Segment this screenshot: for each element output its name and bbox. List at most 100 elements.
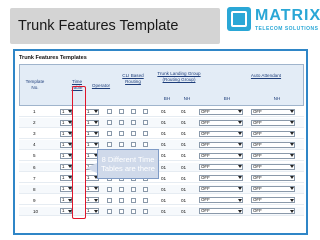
chevron-down-icon [290,176,294,180]
template-number: 10 [33,208,39,214]
cli-checkbox-3[interactable] [131,131,136,137]
auto-attendant-bh-select[interactable]: OFF [199,186,243,193]
header-auto-attendant[interactable]: Auto Attendant [242,73,290,79]
auto-attendant-bh-select[interactable]: OFF [199,119,243,126]
auto-attendant-bh-select[interactable]: OFF [199,108,243,115]
header-aa-bh: BH [223,96,231,101]
cli-checkbox-4[interactable] [143,208,148,214]
auto-attendant-nh-select[interactable]: OFF [251,164,295,171]
chevron-down-icon [94,198,98,202]
auto-attendant-nh-select[interactable]: OFF [251,175,295,182]
table-row: 3 1 1 01 01 OFF OFF [19,129,304,139]
cli-checkbox-2[interactable] [119,142,124,148]
cli-checkbox-2[interactable] [119,197,124,203]
landing-group-bh: 01 [161,197,167,203]
trunk-features-panel: Trunk Features Templates Template No. Ti… [13,49,308,235]
chevron-down-icon [290,209,294,213]
auto-attendant-bh-select[interactable]: OFF [199,197,243,204]
auto-attendant-nh-select[interactable]: OFF [251,141,295,148]
header-template-no: Template No. [25,79,45,90]
cli-checkbox-1[interactable] [107,142,112,148]
landing-group-bh: 01 [161,142,167,148]
template-number: 7 [33,175,36,181]
auto-attendant-nh-select[interactable]: OFF [251,208,295,215]
auto-attendant-nh-select[interactable]: OFF [251,152,295,159]
header-nh: NH [183,96,191,101]
template-number: 1 [33,109,36,114]
chevron-down-icon [238,143,242,147]
template-number: 3 [33,131,36,137]
cli-checkbox-4[interactable] [143,120,148,126]
chevron-down-icon [94,120,98,124]
auto-attendant-bh-select[interactable]: OFF [199,164,243,171]
chevron-down-icon [238,120,242,124]
cli-checkbox-1[interactable] [107,109,112,114]
table-row: 4 1 1 01 01 OFF OFF [19,140,304,150]
cli-checkbox-2[interactable] [119,186,124,192]
chevron-down-icon [94,109,98,113]
landing-group-nh: 01 [181,109,187,114]
table-row: 5 1 1 01 01 OFF OFF [19,151,304,161]
cli-checkbox-4[interactable] [143,197,148,203]
auto-attendant-nh-select[interactable]: OFF [251,186,295,193]
table-row: 9 1 1 01 01 OFF OFF [19,195,304,206]
cli-checkbox-4[interactable] [143,131,148,137]
landing-group-bh: 01 [161,109,167,114]
cli-checkbox-4[interactable] [143,109,148,114]
callout-tail [86,163,97,173]
template-number: 9 [33,197,36,203]
chevron-down-icon [94,209,98,213]
auto-attendant-bh-select[interactable]: OFF [199,175,243,182]
table-row: 1 1 1 01 01 OFF OFF [19,107,304,117]
landing-group-bh: 01 [161,175,167,181]
cli-checkbox-2[interactable] [119,120,124,126]
landing-group-nh: 01 [181,197,187,203]
cli-checkbox-3[interactable] [131,120,136,126]
cli-checkbox-2[interactable] [119,208,124,214]
header-aa-nh: NH [273,96,281,101]
auto-attendant-bh-select[interactable]: OFF [199,141,243,148]
landing-group-nh: 01 [181,120,187,126]
auto-attendant-nh-select[interactable]: OFF [251,197,295,204]
cli-checkbox-2[interactable] [119,109,124,114]
chevron-down-icon [238,109,242,113]
landing-group-bh: 01 [161,208,167,214]
header-operator[interactable]: Operator [90,83,112,89]
cli-checkbox-3[interactable] [131,197,136,203]
cli-checkbox-3[interactable] [131,142,136,148]
matrix-logo: MATRIX TELECOM SOLUTIONS [227,5,320,45]
cli-checkbox-3[interactable] [131,186,136,192]
cli-checkbox-1[interactable] [107,208,112,214]
auto-attendant-bh-select[interactable]: OFF [199,152,243,159]
cli-checkbox-1[interactable] [107,197,112,203]
cli-checkbox-3[interactable] [131,208,136,214]
cli-checkbox-1[interactable] [107,186,112,192]
table-row: 2 1 1 01 01 OFF OFF [19,118,304,128]
auto-attendant-bh-select[interactable]: OFF [199,130,243,137]
chevron-down-icon [238,209,242,213]
chevron-down-icon [94,143,98,147]
auto-attendant-bh-select[interactable]: OFF [199,208,243,215]
template-number: 8 [33,186,36,192]
auto-attendant-nh-select[interactable]: OFF [251,108,295,115]
cli-checkbox-1[interactable] [107,120,112,126]
auto-attendant-nh-select[interactable]: OFF [251,130,295,137]
time-table-highlight [72,86,86,219]
table-row: 10 1 1 01 01 OFF OFF [19,206,304,217]
landing-group-bh: 01 [161,164,167,170]
chevron-down-icon [238,131,242,135]
header-landing-group[interactable]: Trunk Landing Group (Routing Group) [150,71,208,82]
chevron-down-icon [238,165,242,169]
chevron-down-icon [290,131,294,135]
table-row: 6 1 1 01 01 OFF OFF [19,162,304,173]
cli-checkbox-1[interactable] [107,131,112,137]
cli-checkbox-2[interactable] [119,131,124,137]
cli-checkbox-4[interactable] [143,142,148,148]
cli-checkbox-4[interactable] [143,186,148,192]
chevron-down-icon [290,109,294,113]
landing-group-bh: 01 [161,120,167,126]
cli-checkbox-3[interactable] [131,109,136,114]
header-cli-routing[interactable]: CLI Based Routing [116,73,150,84]
auto-attendant-nh-select[interactable]: OFF [251,119,295,126]
chevron-down-icon [290,165,294,169]
